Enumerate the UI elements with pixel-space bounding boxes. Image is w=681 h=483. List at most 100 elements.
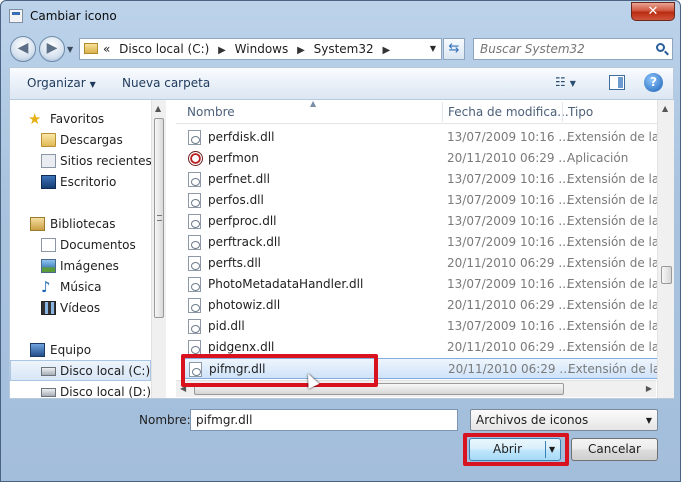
breadcrumb-item-system32[interactable]: System32 (314, 42, 374, 56)
file-date: 13/07/2009 10:16 ... (447, 277, 570, 291)
column-header-date[interactable]: Fecha de modifica... (448, 105, 569, 119)
documents-icon (41, 238, 56, 252)
file-name: photowiz.dll (208, 298, 281, 312)
nav-label: Sitios recientes (60, 154, 152, 168)
file-name: perfproc.dll (208, 214, 277, 228)
file-name: perftrack.dll (208, 235, 281, 249)
nav-item-drive-d[interactable]: Disco local (D:) (10, 382, 151, 398)
dialog-window: Cambiar icono ✕ ◀ ▶ ▼ « Disco local (C:)… (0, 0, 681, 482)
breadcrumb-item-c-drive[interactable]: Disco local (C:) (119, 42, 209, 56)
file-type-select[interactable]: Archivos de iconos ▼ (470, 409, 658, 431)
nav-item-desktop[interactable]: Escritorio (10, 172, 151, 193)
search-input[interactable] (480, 42, 650, 56)
file-date: 20/11/2010 06:29 ... (448, 362, 571, 376)
desktop-icon (41, 175, 56, 189)
breadcrumb-item-windows[interactable]: Windows (235, 42, 289, 56)
file-type: Aplicación (567, 151, 629, 165)
file-type: Extensión de la ap (568, 362, 663, 376)
column-header-name[interactable]: Nombre (187, 105, 235, 119)
title-bar[interactable]: Cambiar icono ✕ (1, 1, 681, 31)
cancel-button[interactable]: Cancelar (571, 438, 658, 461)
dll-icon (188, 235, 201, 250)
close-button[interactable]: ✕ (631, 2, 675, 21)
column-divider[interactable] (562, 102, 563, 122)
recent-places-icon (41, 154, 56, 168)
new-folder-button[interactable]: Nueva carpeta (122, 76, 210, 90)
back-button[interactable]: ◀ (10, 36, 36, 62)
chevron-right-icon[interactable]: ▶ (297, 45, 305, 56)
history-dropdown-icon[interactable]: ▼ (67, 45, 73, 54)
refresh-icon: ⇆ (448, 41, 460, 56)
sort-ascending-icon: ▲ (310, 100, 317, 108)
vertical-scrollbar[interactable]: ▲ (657, 100, 674, 398)
file-row[interactable]: perfmon 20/11/2010 06:29 ... Aplicación (184, 148, 662, 169)
nav-item-videos[interactable]: Vídeos (10, 298, 151, 319)
dialog-footer: Nombre: Archivos de iconos ▼ Abrir ▼ Can… (1, 401, 681, 483)
downloads-folder-icon (41, 133, 56, 147)
column-divider[interactable] (442, 102, 443, 122)
address-bar[interactable]: « Disco local (C:) ▶ Windows ▶ System32 … (79, 38, 442, 60)
film-strip-icon (41, 301, 56, 315)
view-options-button[interactable]: ☷ ▼ (555, 75, 591, 93)
nav-item-computer[interactable]: Equipo (10, 340, 151, 361)
nav-item-recent[interactable]: Sitios recientes (10, 151, 152, 172)
search-icon[interactable] (656, 43, 665, 52)
nav-item-music[interactable]: ♪ Música (10, 277, 151, 298)
file-row[interactable]: perftrack.dll 13/07/2009 10:16 ... Extensi… (184, 232, 662, 253)
file-name: perfmon (208, 151, 259, 165)
nav-label: Disco local (C:) (60, 364, 151, 378)
nav-item-downloads[interactable]: Descargas (10, 130, 151, 151)
file-row[interactable]: perfproc.dll 13/07/2009 10:16 ... Extensió… (184, 211, 662, 232)
file-row[interactable]: perfos.dll 13/07/2009 10:16 ... Extensión … (184, 190, 662, 211)
dialog-title: Cambiar icono (30, 9, 117, 23)
filename-input[interactable] (196, 413, 451, 427)
nav-item-favorites[interactable]: ★ Favoritos (10, 109, 151, 130)
file-date: 13/07/2009 10:16 ... (447, 193, 570, 207)
file-type: Extensión de la ap (567, 130, 662, 144)
breadcrumb-overflow[interactable]: « (103, 42, 110, 56)
file-row[interactable]: perfdisk.dll 13/07/2009 10:16 ... Extensió… (184, 127, 662, 148)
search-box[interactable] (473, 38, 673, 60)
forward-button[interactable]: ▶ (39, 36, 65, 62)
scroll-right-icon[interactable]: ▶ (646, 384, 652, 393)
file-type: Extensión de la ap (567, 319, 662, 333)
nav-item-drive-c[interactable]: Disco local (C:) (10, 360, 151, 381)
nav-scrollbar-thumb[interactable] (154, 118, 164, 318)
file-row[interactable]: perfts.dll 20/11/2010 06:29 ... Extensión … (184, 253, 662, 274)
dll-icon (188, 172, 201, 187)
chevron-right-icon[interactable]: ▶ (218, 45, 226, 56)
vertical-scrollbar-thumb[interactable] (661, 266, 672, 284)
nav-item-documents[interactable]: Documentos (10, 235, 151, 256)
help-icon[interactable]: ? (644, 73, 663, 92)
scroll-up-icon[interactable]: ▲ (155, 104, 161, 113)
refresh-button[interactable]: ⇆ (443, 38, 465, 60)
nav-item-libraries[interactable]: Bibliotecas (10, 214, 151, 235)
nav-label: Escritorio (60, 175, 117, 189)
dll-icon (188, 277, 201, 292)
nav-label: Descargas (60, 133, 123, 147)
libraries-icon (30, 217, 45, 231)
scroll-up-icon[interactable]: ▲ (662, 104, 668, 113)
nav-label: Documentos (60, 238, 136, 252)
chevron-down-icon[interactable]: ▼ (430, 44, 436, 53)
filename-field[interactable] (190, 409, 458, 431)
nav-scrollbar[interactable]: ▲ (151, 100, 166, 398)
address-row: ◀ ▶ ▼ « Disco local (C:) ▶ Windows ▶ Sys… (1, 34, 681, 64)
chevron-right-icon[interactable]: ▶ (382, 45, 390, 56)
preview-pane-icon[interactable] (609, 75, 625, 90)
close-icon: ✕ (647, 4, 659, 19)
dll-icon (188, 130, 201, 145)
file-type: Extensión de la ap (567, 277, 662, 291)
file-name: perfdisk.dll (208, 130, 275, 144)
computer-icon (30, 343, 45, 357)
file-row[interactable]: photowiz.dll 20/11/2010 06:29 ... Extensió… (184, 295, 662, 316)
file-row[interactable]: pid.dll 13/07/2009 10:16 ... Extensión de … (184, 316, 662, 337)
nav-item-images[interactable]: Imágenes (10, 256, 151, 277)
file-row[interactable]: PhotoMetadataHandler.dll 13/07/2009 10:16… (184, 274, 662, 295)
dll-icon (188, 319, 201, 334)
organize-menu[interactable]: Organizar ▼ (27, 76, 96, 90)
file-row[interactable]: perfnet.dll 13/07/2009 10:16 ... Extensión… (184, 169, 662, 190)
file-type: Extensión de la ap (567, 214, 662, 228)
organize-label: Organizar (27, 76, 86, 90)
column-header-type[interactable]: Tipo (568, 105, 593, 119)
